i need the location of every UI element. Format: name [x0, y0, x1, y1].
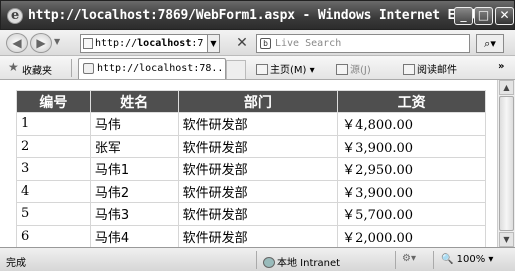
cell-name: 马伟4	[89, 224, 179, 247]
separator	[71, 59, 72, 77]
cell-salary: ￥4,800.00	[337, 112, 486, 136]
back-button[interactable]: ◀	[6, 33, 28, 53]
cell-id: 3	[16, 157, 91, 181]
status-text: 完成	[6, 258, 26, 269]
status-bar: 完成 本地 Intranet ⚙▾ 🔍 100% ▾	[0, 247, 515, 271]
page-icon	[83, 38, 93, 49]
cell-salary: ￥2,950.00	[337, 157, 486, 181]
tab-page-icon	[83, 63, 94, 74]
cell-department: 软件研发部	[177, 179, 339, 203]
mail-label: 阅读邮件	[417, 65, 457, 76]
employee-table: 编号 姓名 部门 工资 1 马伟 软件研发部 ￥4,800.00 2 张军 软件…	[16, 90, 486, 247]
cell-name: 马伟2	[89, 179, 179, 203]
home-icon	[256, 64, 268, 75]
cell-name: 马伟3	[89, 202, 179, 226]
home-button[interactable]: 主页(M) ▾	[256, 61, 315, 76]
cell-id: 4	[16, 179, 91, 203]
scrollbar-thumb[interactable]	[499, 96, 514, 231]
cell-id: 1	[16, 112, 91, 136]
ie-logo-icon	[7, 8, 23, 24]
new-tab-button[interactable]	[226, 60, 246, 79]
column-header-department: 部门	[177, 90, 339, 113]
address-host: localhost	[137, 38, 192, 49]
table-row: 5 马伟3 软件研发部 ￥5,700.00	[16, 202, 486, 226]
security-zone[interactable]: 本地 Intranet	[263, 254, 340, 269]
cell-department: 软件研发部	[177, 224, 339, 247]
vertical-scrollbar[interactable]: ▲ ▼	[497, 80, 515, 247]
page-content: 编号 姓名 部门 工资 1 马伟 软件研发部 ￥4,800.00 2 张军 软件…	[0, 80, 497, 247]
tab-title: http://localhost:78...	[97, 63, 226, 74]
table-row: 1 马伟 软件研发部 ￥4,800.00	[16, 112, 486, 136]
feeds-label: 源(J)	[350, 65, 371, 76]
table-row: 4 马伟2 软件研发部 ￥3,900.00	[16, 179, 486, 203]
column-header-salary: 工资	[337, 90, 486, 113]
address-prefix: http://	[95, 38, 138, 49]
live-search-icon: b	[260, 38, 271, 49]
maximize-button[interactable]: □	[474, 7, 493, 25]
cell-name: 马伟1	[89, 157, 179, 181]
favorites-star-icon[interactable]: ★	[8, 60, 19, 74]
separator	[433, 251, 434, 269]
cell-department: 软件研发部	[177, 134, 339, 158]
table-row: 2 张军 软件研发部 ￥3,900.00	[16, 134, 486, 158]
read-mail-button[interactable]: 阅读邮件	[403, 61, 457, 76]
separator	[256, 251, 257, 269]
more-commands-button[interactable]: »	[498, 61, 504, 72]
cell-salary: ￥3,900.00	[337, 179, 486, 203]
intranet-zone-icon	[263, 257, 275, 268]
zoom-level: 100%	[456, 254, 486, 265]
separator	[395, 251, 396, 269]
zone-label: 本地 Intranet	[277, 258, 341, 269]
minimize-button[interactable]: _	[454, 7, 473, 25]
column-header-name: 姓名	[89, 90, 179, 113]
column-header-id: 编号	[16, 90, 91, 113]
cell-id: 5	[16, 202, 91, 226]
scroll-up-arrow-icon[interactable]: ▲	[499, 80, 514, 95]
cell-name: 张军	[89, 134, 179, 158]
window-titlebar: http://localhost:7869/WebForm1.aspx - Wi…	[0, 0, 515, 30]
feeds-icon	[336, 64, 348, 75]
cell-salary: ￥2,000.00	[337, 224, 486, 247]
scroll-down-arrow-icon[interactable]: ▼	[499, 232, 514, 247]
zoom-control[interactable]: 🔍 100% ▾	[441, 254, 493, 265]
favorites-button[interactable]: 收藏夹	[22, 62, 52, 77]
search-placeholder: Live Search	[275, 38, 342, 49]
cell-name: 马伟	[89, 112, 179, 136]
cell-salary: ￥5,700.00	[337, 202, 486, 226]
search-button[interactable]: ⌕▾	[476, 34, 504, 53]
home-label: 主页(M)	[270, 65, 307, 76]
cell-department: 软件研发部	[177, 112, 339, 136]
history-dropdown-icon[interactable]: ▼	[54, 37, 60, 46]
address-dropdown-icon[interactable]: ▼	[208, 34, 220, 53]
cell-id: 2	[16, 134, 91, 158]
cell-department: 软件研发部	[177, 202, 339, 226]
favorites-bar: ★ 收藏夹 http://localhost:78... 主页(M) ▾ 源(J…	[0, 56, 515, 80]
refresh-stop-icon[interactable]: ✕	[232, 35, 252, 52]
table-header-row: 编号 姓名 部门 工资	[16, 90, 486, 113]
protected-mode-icon[interactable]: ⚙▾	[402, 253, 416, 264]
table-row: 6 马伟4 软件研发部 ￥2,000.00	[16, 224, 486, 247]
address-bar[interactable]: http://localhost:7	[80, 34, 208, 53]
feeds-button[interactable]: 源(J)	[336, 61, 371, 76]
address-rest: :7	[191, 38, 204, 49]
browser-tab[interactable]: http://localhost:78...	[78, 58, 226, 79]
cell-department: 软件研发部	[177, 157, 339, 181]
close-button[interactable]: ✕	[495, 7, 514, 25]
cell-id: 6	[16, 224, 91, 247]
forward-button[interactable]: ▶	[30, 33, 52, 53]
table-row: 3 马伟1 软件研发部 ￥2,950.00	[16, 157, 486, 181]
address-toolbar: ◀ ▶ ▼ http://localhost:7 ▼ ✕ b Live Sear…	[0, 30, 515, 56]
mail-icon	[403, 64, 415, 75]
search-input[interactable]: b Live Search	[256, 34, 470, 53]
window-title: http://localhost:7869/WebForm1.aspx - Wi…	[28, 8, 501, 23]
cell-salary: ￥3,900.00	[337, 134, 486, 158]
